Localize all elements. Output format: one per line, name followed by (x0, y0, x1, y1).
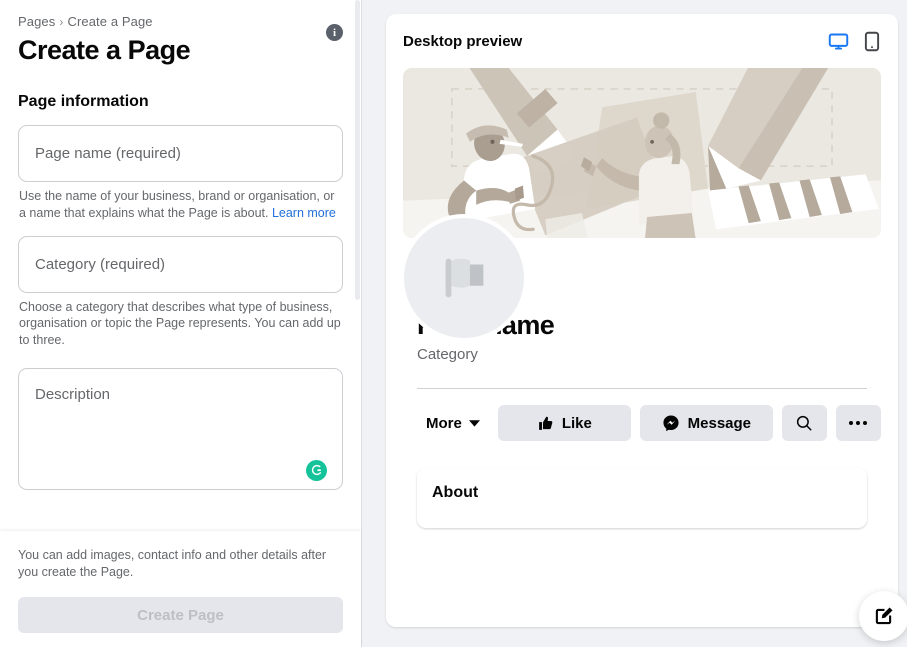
profile-photo-circle (404, 218, 524, 338)
preview-bottom-fade (386, 608, 898, 627)
preview-panel: Desktop preview name Category More Like … (362, 0, 907, 647)
message-button[interactable]: Message (639, 405, 773, 441)
preview-category: Category (417, 346, 478, 363)
page-name-input[interactable] (18, 125, 343, 183)
page-name-field-group: Use the name of your business, brand or … (18, 125, 343, 221)
like-button-label: Like (561, 414, 592, 432)
thumbs-up-icon (538, 416, 553, 430)
preview-header-title: Desktop preview (403, 32, 523, 50)
desktop-preview-toggle[interactable] (828, 31, 849, 52)
more-dropdown-label: More (426, 414, 462, 432)
mobile-icon (864, 31, 879, 51)
about-card-title: About (432, 484, 479, 501)
page-title: Create a Page (18, 35, 191, 65)
breadcrumb-current: Create a Page (67, 14, 153, 29)
create-page-button[interactable]: Create Page (18, 597, 343, 633)
preview-header: Desktop preview (386, 14, 898, 68)
form-footer: You can add images, contact info and oth… (0, 531, 361, 647)
search-icon (797, 415, 812, 431)
monitor-icon (828, 33, 849, 49)
description-field-group (18, 367, 343, 495)
profile-photo-placeholder[interactable] (400, 214, 528, 342)
ellipsis-icon (849, 421, 868, 425)
breadcrumb: Pages › Create a Page (18, 0, 343, 29)
preview-action-bar: More Like Message (403, 389, 881, 441)
message-button-label: Message (687, 414, 752, 432)
chevron-down-icon (468, 420, 480, 427)
cover-photo-placeholder[interactable] (403, 68, 881, 238)
device-toggle-group (828, 31, 881, 52)
footer-note: You can add images, contact info and oth… (18, 548, 327, 580)
info-icon-glyph: i (332, 26, 337, 39)
compose-button[interactable] (858, 591, 907, 641)
search-button[interactable] (781, 405, 827, 441)
cover-illustration (403, 68, 881, 238)
mobile-preview-toggle[interactable] (863, 31, 881, 52)
flag-icon (445, 258, 484, 298)
category-input[interactable] (18, 235, 343, 293)
info-icon[interactable]: i (326, 24, 343, 41)
description-textarea[interactable] (18, 367, 343, 490)
more-options-button[interactable] (835, 405, 881, 441)
create-page-screen: Pages › Create a Page Create a Page i Page… (0, 0, 907, 647)
preview-body: Page name Category More (386, 68, 898, 627)
category-field-group: Choose a category that describes what ty… (18, 235, 343, 349)
compose-icon (876, 606, 893, 624)
create-page-form-panel: Pages › Create a Page Create a Page i Page… (0, 0, 362, 647)
about-card[interactable]: About (417, 468, 867, 528)
preview-card: Desktop preview name Category More Like … (386, 14, 898, 627)
section-heading-page-information: Page information (18, 93, 149, 111)
breadcrumb-pages-link[interactable]: Pages (18, 14, 55, 29)
breadcrumb-separator: › (59, 15, 64, 29)
learn-more-link[interactable]: Learn more (272, 206, 336, 220)
form-scrollbar-thumb[interactable] (355, 0, 360, 300)
like-button[interactable]: Like (497, 405, 631, 441)
grammarly-icon[interactable] (306, 459, 327, 481)
more-dropdown[interactable]: More (417, 405, 489, 441)
grammarly-g-glyph (311, 464, 321, 476)
form-scrollbar-track[interactable] (354, 0, 361, 532)
category-helper-text: Choose a category that describes what ty… (19, 299, 341, 347)
page-name-helper-text: Use the name of your business, brand or … (18, 188, 343, 221)
messenger-icon (663, 415, 679, 432)
form-scroll-area[interactable]: Pages › Create a Page Create a Page i Page… (0, 0, 361, 532)
